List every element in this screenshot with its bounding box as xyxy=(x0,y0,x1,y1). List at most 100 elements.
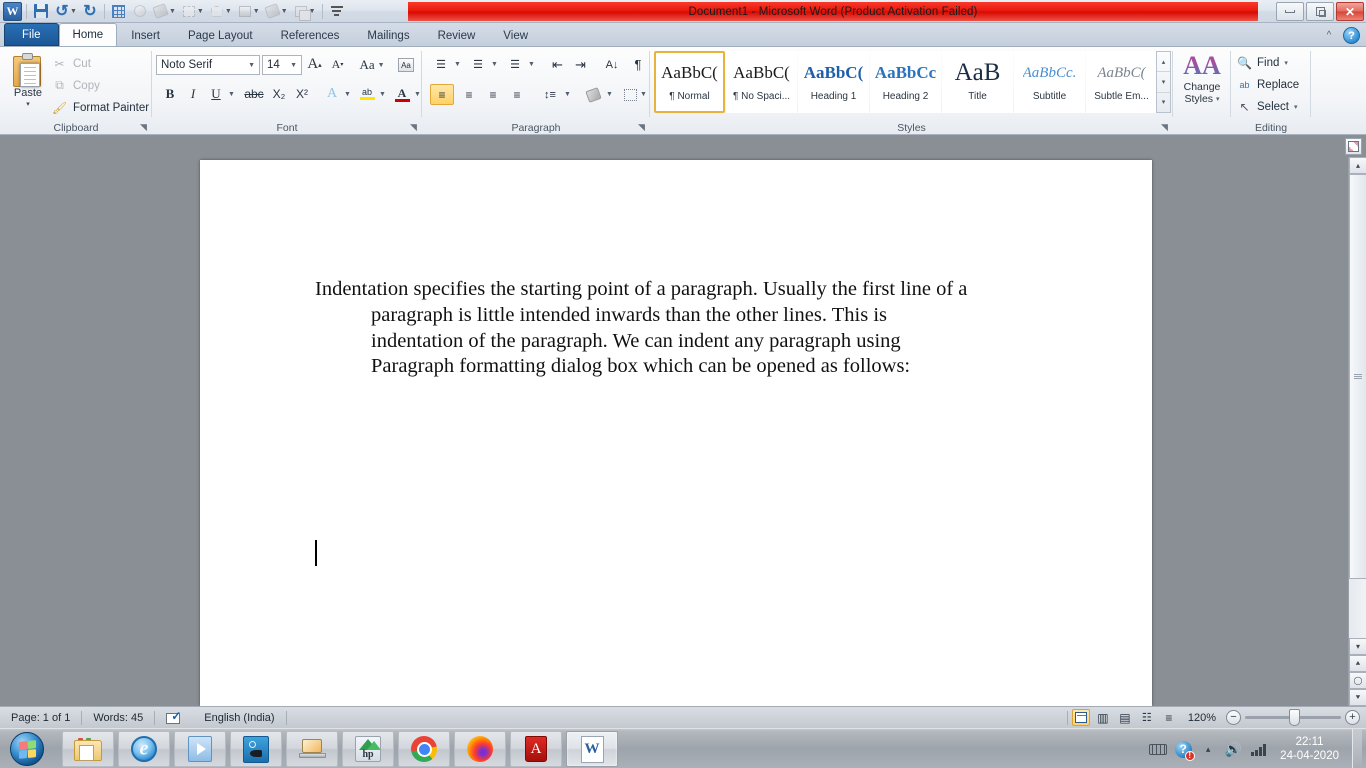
line-spacing-dropdown-icon[interactable]: ▼ xyxy=(562,87,573,102)
view-ruler-button[interactable] xyxy=(1345,138,1362,155)
taskbar-item-internet-explorer[interactable] xyxy=(118,731,170,767)
replace-button[interactable]: ab Replace xyxy=(1237,75,1299,95)
start-button[interactable] xyxy=(2,730,52,768)
styles-dialog-launcher[interactable]: ◥ xyxy=(1159,122,1170,133)
volume-icon[interactable]: 🔊 xyxy=(1224,740,1242,758)
zoom-slider-thumb[interactable] xyxy=(1289,709,1300,726)
font-color-button[interactable]: A xyxy=(392,84,412,104)
taskbar-item-aquarium-app[interactable] xyxy=(230,731,282,767)
find-dropdown-icon[interactable]: ▾ xyxy=(1284,59,1288,67)
view-outline-button[interactable]: ☷ xyxy=(1138,709,1156,726)
object-rotate-icon[interactable] xyxy=(179,2,199,21)
bold-button[interactable]: B xyxy=(160,84,180,104)
styles-more-icon[interactable]: ▾ xyxy=(1157,93,1170,112)
paste-button[interactable]: Paste ▾ xyxy=(6,51,50,115)
style-normal[interactable]: AaBbC( ¶ Normal xyxy=(654,51,725,113)
zoom-in-button[interactable]: + xyxy=(1345,710,1360,725)
sort-button[interactable]: A↓ xyxy=(600,54,624,75)
zoom-out-button[interactable]: − xyxy=(1226,710,1241,725)
font-name-combobox[interactable]: Noto Serif ▼ xyxy=(156,55,260,75)
find-button[interactable]: 🔍 Find ▾ xyxy=(1237,53,1288,73)
zoom-level[interactable]: 120% xyxy=(1182,712,1222,724)
action-center-icon[interactable]: ? ! xyxy=(1174,740,1195,761)
shading-dropdown-icon[interactable]: ▼ xyxy=(604,87,615,102)
styles-gallery-scroll[interactable]: ▴ ▾ ▾ xyxy=(1156,51,1171,113)
style-subtitle[interactable]: AaBbCc. Subtitle xyxy=(1014,51,1085,113)
format-painter-button[interactable]: 🖌 Format Painter xyxy=(52,98,149,117)
strikethrough-button[interactable]: abc xyxy=(242,84,266,104)
edit-points-icon[interactable] xyxy=(207,2,227,21)
align-left-button[interactable]: ≡ xyxy=(430,84,454,105)
document-paragraph[interactable]: Indentation specifies the starting point… xyxy=(315,277,1030,380)
styles-scroll-down-icon[interactable]: ▾ xyxy=(1157,72,1170,93)
undo-icon[interactable]: ↺ xyxy=(52,2,72,21)
keyboard-icon[interactable] xyxy=(1149,740,1168,758)
scroll-up-button[interactable]: ▴ xyxy=(1349,157,1366,174)
style-heading-2[interactable]: AaBbCc Heading 2 xyxy=(870,51,941,113)
show-hidden-icons-icon[interactable]: ▴ xyxy=(1199,740,1217,758)
font-size-combobox[interactable]: 14 ▼ xyxy=(262,55,302,75)
justify-button[interactable]: ≡ xyxy=(505,84,529,105)
scrollbar-thumb[interactable] xyxy=(1349,174,1366,579)
close-button[interactable]: ✕ xyxy=(1336,2,1364,21)
select-browse-object-button[interactable]: ◯ xyxy=(1349,672,1366,689)
tab-references[interactable]: References xyxy=(267,24,354,46)
styles-scroll-up-icon[interactable]: ▴ xyxy=(1157,52,1170,73)
copy-button[interactable]: ⧉ Copy xyxy=(52,76,100,95)
shape-effects-icon[interactable] xyxy=(130,2,150,21)
save-icon[interactable] xyxy=(31,2,51,21)
taskbar-item-hp-support-assistant[interactable]: hp xyxy=(342,731,394,767)
restore-button[interactable] xyxy=(1306,2,1334,21)
style-heading-1[interactable]: AaBbC( Heading 1 xyxy=(798,51,869,113)
view-full-screen-reading-button[interactable]: ▥ xyxy=(1094,709,1112,726)
cut-button[interactable]: ✂ Cut xyxy=(52,54,90,73)
italic-button[interactable]: I xyxy=(183,84,203,104)
window-controls[interactable]: ✕ xyxy=(1276,2,1364,21)
borders-dropdown-icon[interactable]: ▼ xyxy=(638,87,649,102)
taskbar-item-adobe-reader[interactable]: A xyxy=(510,731,562,767)
customize-qat-icon[interactable] xyxy=(327,2,347,21)
select-button[interactable]: ↖ Select ▾ xyxy=(1237,97,1297,117)
tab-mailings[interactable]: Mailings xyxy=(353,24,423,46)
font-dialog-launcher[interactable]: ◥ xyxy=(408,122,419,133)
zoom-slider[interactable] xyxy=(1245,709,1341,726)
text-effects-button[interactable]: A xyxy=(322,84,342,104)
help-icon[interactable]: ? xyxy=(1343,27,1360,44)
clipboard-dialog-launcher[interactable]: ◥ xyxy=(138,122,149,133)
paragraph-dialog-launcher[interactable]: ◥ xyxy=(636,122,647,133)
tab-file[interactable]: File xyxy=(4,23,59,46)
increase-indent-button[interactable]: ⇥ xyxy=(569,54,592,75)
tab-insert[interactable]: Insert xyxy=(117,24,174,46)
taskbar-item-laptop-utility[interactable] xyxy=(286,731,338,767)
taskbar-item-windows-media-player[interactable] xyxy=(174,731,226,767)
select-dropdown-icon[interactable]: ▾ xyxy=(1294,103,1298,111)
taskbar-item-mozilla-firefox[interactable] xyxy=(454,731,506,767)
status-proofing-button[interactable] xyxy=(155,707,193,729)
clock[interactable]: 22:11 24-04-2020 xyxy=(1274,735,1345,763)
word-app-logo-icon[interactable]: W xyxy=(3,1,22,21)
view-print-layout-button[interactable] xyxy=(1071,709,1090,726)
taskbar-item-microsoft-word[interactable] xyxy=(566,731,618,767)
font-name-dropdown-icon[interactable]: ▼ xyxy=(248,62,259,69)
tab-page-layout[interactable]: Page Layout xyxy=(174,24,267,46)
change-styles-dropdown-icon[interactable]: ▾ xyxy=(1216,95,1220,103)
multilevel-list-dropdown-icon[interactable]: ▼ xyxy=(526,57,537,72)
style-subtle-emphasis[interactable]: AaBbC( Subtle Em... xyxy=(1086,51,1157,113)
bullets-dropdown-icon[interactable]: ▼ xyxy=(452,57,463,72)
scrollbar-bottom-buttons[interactable]: ▾ ⯅ ◯ ⯆ xyxy=(1349,638,1366,706)
shrink-font-button[interactable]: A ▾ xyxy=(327,54,348,75)
line-spacing-button[interactable]: ↕≡ xyxy=(538,84,562,105)
taskbar-item-google-chrome[interactable] xyxy=(398,731,450,767)
grow-font-button[interactable]: A ▴ xyxy=(304,54,325,75)
change-styles-button[interactable]: AA Change Styles ▾ xyxy=(1174,51,1230,117)
underline-button[interactable]: U xyxy=(206,84,226,104)
redo-icon[interactable]: ↻ xyxy=(80,2,100,21)
align-right-button[interactable]: ≡ xyxy=(481,84,505,105)
superscript-button[interactable]: X² xyxy=(291,84,313,104)
shape-fill-icon[interactable] xyxy=(151,2,171,21)
text-highlight-dropdown-icon[interactable]: ▼ xyxy=(377,87,388,101)
subscript-button[interactable]: X₂ xyxy=(268,84,290,104)
text-highlight-button[interactable]: ab xyxy=(357,84,377,104)
shading-button[interactable] xyxy=(582,84,604,105)
style-title[interactable]: AaB Title xyxy=(942,51,1013,113)
